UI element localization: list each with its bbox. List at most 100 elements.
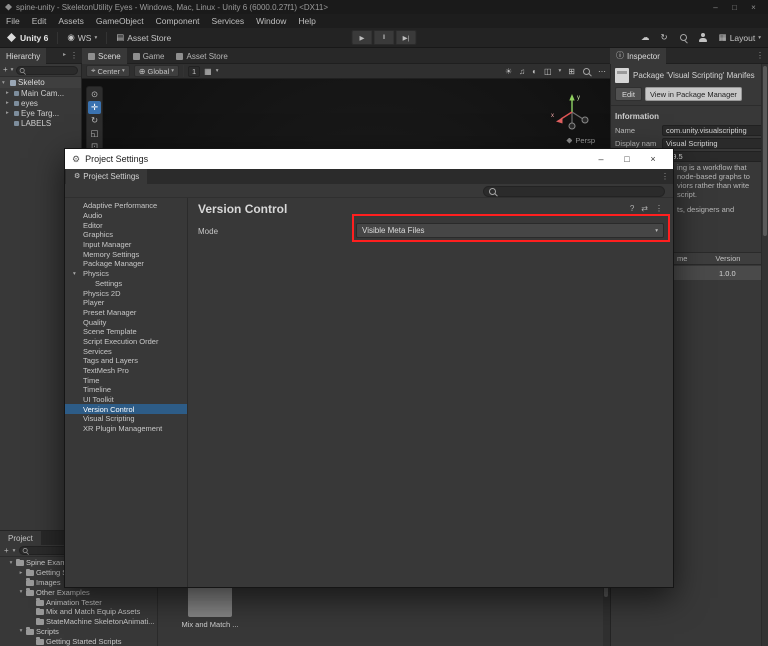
tab-project-settings[interactable]: ⚙ Project Settings xyxy=(66,169,147,184)
menu-edit[interactable]: Edit xyxy=(26,14,53,28)
ws-dropdown[interactable]: ◉ WS ▾ xyxy=(67,33,97,43)
tab-asset-store[interactable]: Asset Store xyxy=(170,48,233,64)
hierarchy-search-input[interactable] xyxy=(16,66,78,75)
add-object-button[interactable]: + xyxy=(3,66,8,74)
settings-item-version-control[interactable]: Version Control xyxy=(65,404,187,414)
settings-item-adaptive-performance[interactable]: Adaptive Performance xyxy=(65,201,187,211)
expander-icon[interactable]: ▸ xyxy=(6,110,12,116)
field-value[interactable]: Visual Scripting xyxy=(662,138,764,149)
scene-effects-icon[interactable]: ◐ xyxy=(532,67,537,76)
cloud-icon[interactable]: ☁ xyxy=(641,33,650,42)
scene-audio-icon[interactable]: ♫ xyxy=(519,67,525,76)
settings-item-input-manager[interactable]: Input Manager xyxy=(65,240,187,250)
caret-down-icon[interactable]: ▾ xyxy=(11,67,14,73)
orientation-dropdown[interactable]: ⊕ Global ▾ xyxy=(134,65,179,77)
settings-item-visual-scripting[interactable]: Visual Scripting xyxy=(65,414,187,424)
project-folder-statemachine[interactable]: StateMachine SkeletonAnimati... xyxy=(0,617,157,627)
rotate-tool-button[interactable]: ↻ xyxy=(88,114,101,127)
settings-item-textmesh-pro[interactable]: TextMesh Pro xyxy=(65,366,187,376)
settings-item-timeline[interactable]: Timeline xyxy=(65,385,187,395)
scale-tool-button[interactable]: ◱ xyxy=(88,127,101,140)
expander-icon[interactable]: ▾ xyxy=(2,80,8,86)
edit-button[interactable]: Edit xyxy=(615,87,642,101)
mode-dropdown[interactable]: Visible Meta Files ▾ xyxy=(356,223,664,238)
help-icon[interactable]: ? xyxy=(630,204,634,213)
add-asset-button[interactable]: + xyxy=(4,547,9,555)
menu-dots-icon[interactable]: ⋮ xyxy=(661,173,669,181)
maximize-button[interactable]: □ xyxy=(614,149,640,169)
scene-orientation-gizmo[interactable]: y x xyxy=(550,90,594,134)
layout-dropdown[interactable]: ▦ Layout ▾ xyxy=(719,33,761,43)
scene-visibility-icon[interactable]: ◫ xyxy=(544,67,552,76)
settings-item-preset-manager[interactable]: Preset Manager xyxy=(65,308,187,318)
expander-icon[interactable]: ▾ xyxy=(73,271,76,277)
settings-item-editor[interactable]: Editor xyxy=(65,220,187,230)
play-button[interactable]: ▶ xyxy=(352,30,373,45)
search-icon[interactable] xyxy=(679,33,688,42)
asset-store-button[interactable]: ▤ Asset Store xyxy=(116,33,171,43)
menu-dots-icon[interactable]: ⋮ xyxy=(655,204,663,213)
preset-icon[interactable]: ⇄ xyxy=(641,204,648,213)
hierarchy-item-labels[interactable]: LABELS xyxy=(0,118,81,128)
settings-item-physics-2d[interactable]: Physics 2D xyxy=(65,288,187,298)
settings-item-xr-plugin-management[interactable]: XR Plugin Management xyxy=(65,424,187,434)
menu-file[interactable]: File xyxy=(0,14,26,28)
tab-hierarchy[interactable]: Hierarchy xyxy=(0,48,46,64)
view-tool-button[interactable]: ⊙ xyxy=(88,88,101,101)
tab-project[interactable]: Project xyxy=(0,531,41,545)
settings-item-physics[interactable]: ▾Physics xyxy=(65,269,187,279)
undo-history-icon[interactable]: ↻ xyxy=(661,33,668,42)
minimize-button[interactable]: – xyxy=(706,0,725,14)
step-button[interactable]: ▶| xyxy=(396,30,417,45)
view-in-package-manager-button[interactable]: View in Package Manager xyxy=(645,87,742,101)
asset-tile-mix-and-match[interactable]: Mix and Match ... xyxy=(181,583,239,629)
caret-down-icon[interactable]: ▾ xyxy=(216,68,219,74)
menu-component[interactable]: Component xyxy=(150,14,206,28)
settings-item-scene-template[interactable]: Scene Template xyxy=(65,327,187,337)
pivot-dropdown[interactable]: ⌖ Center ▾ xyxy=(86,65,130,77)
settings-item-script-execution-order[interactable]: Script Execution Order xyxy=(65,337,187,347)
project-folder-mix-and-match-equip-assets[interactable]: Mix and Match Equip Assets xyxy=(0,607,157,617)
move-tool-button[interactable]: ✛ xyxy=(88,101,101,114)
settings-item-services[interactable]: Services xyxy=(65,346,187,356)
expander-icon[interactable]: ▸ xyxy=(6,90,12,96)
settings-item-audio[interactable]: Audio xyxy=(65,211,187,221)
hierarchy-item-eyes[interactable]: ▸ eyes xyxy=(0,98,81,108)
settings-item-player[interactable]: Player xyxy=(65,298,187,308)
chevron-right-icon[interactable]: ▸ xyxy=(63,52,66,60)
project-folder-other-examples[interactable]: ▾ Other Examples xyxy=(0,587,157,597)
menu-dots-icon[interactable]: ⋮ xyxy=(70,52,78,60)
project-folder-getting-started-scripts[interactable]: Getting Started Scripts xyxy=(0,636,157,646)
menu-help[interactable]: Help xyxy=(292,14,321,28)
settings-item-ui-toolkit[interactable]: UI Toolkit xyxy=(65,395,187,405)
settings-item-time[interactable]: Time xyxy=(65,375,187,385)
settings-search-field[interactable] xyxy=(483,186,665,197)
grid-size-field[interactable]: 1 xyxy=(188,66,200,77)
maximize-button[interactable]: □ xyxy=(725,0,744,14)
expander-icon[interactable]: ▸ xyxy=(18,570,24,576)
scene-search-icon[interactable] xyxy=(582,67,591,76)
tab-inspector[interactable]: ⓘ Inspector xyxy=(610,48,666,64)
tab-scene[interactable]: Scene xyxy=(82,48,127,64)
settings-search-input[interactable] xyxy=(500,187,660,196)
field-value[interactable]: com.unity.visualscripting xyxy=(662,125,764,136)
menu-window[interactable]: Window xyxy=(250,14,292,28)
inspector-scrollbar[interactable] xyxy=(761,64,768,646)
field-value[interactable]: 1.9.5 xyxy=(662,151,764,162)
expander-icon[interactable]: ▾ xyxy=(18,589,24,595)
settings-item-memory-settings[interactable]: Memory Settings xyxy=(65,249,187,259)
settings-item-tags-and-layers[interactable]: Tags and Layers xyxy=(65,356,187,366)
expander-icon[interactable]: ▸ xyxy=(6,100,12,106)
scene-lighting-icon[interactable]: ☀ xyxy=(505,67,512,76)
expander-icon[interactable]: ▾ xyxy=(18,628,24,634)
caret-down-icon[interactable]: ▾ xyxy=(559,68,562,74)
grid-snap-icon[interactable]: ▦ xyxy=(204,67,212,76)
pause-button[interactable]: ‖ xyxy=(374,30,395,45)
hierarchy-item-main-camera[interactable]: ▸ Main Cam... xyxy=(0,88,81,98)
settings-item-graphics[interactable]: Graphics xyxy=(65,230,187,240)
projection-toggle[interactable]: Persp xyxy=(566,136,595,145)
gizmos-menu-icon[interactable]: ⊞ xyxy=(568,67,575,76)
project-folder-animation-tester[interactable]: Animation Tester xyxy=(0,597,157,607)
account-icon[interactable] xyxy=(699,33,708,42)
more-dots-icon[interactable]: ⋯ xyxy=(598,67,606,76)
